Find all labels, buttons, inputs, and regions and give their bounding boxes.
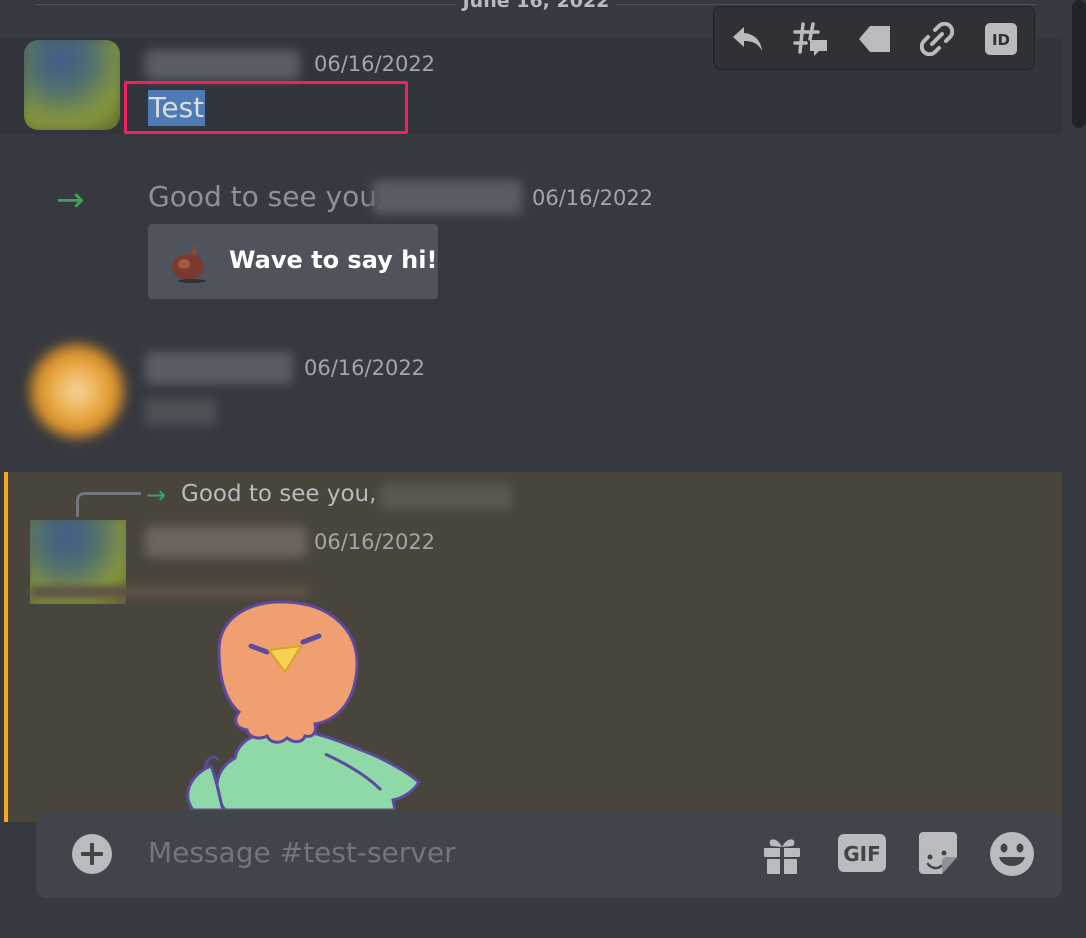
reply-spine [76,492,141,517]
wave-sticker-icon [172,245,206,283]
message-timestamp: 06/16/2022 [304,356,426,380]
message-timestamp: 06/16/2022 [532,186,654,210]
mark-unread-button[interactable] [853,17,897,61]
add-attachment-icon [72,834,112,874]
avatar[interactable] [24,40,120,130]
username-redacted[interactable] [145,50,300,80]
copy-id-button[interactable]: ID [979,17,1023,61]
wave-to-say-hi-button[interactable]: Wave to say hi! [148,224,438,299]
date-divider-line-left [36,4,456,5]
date-divider-line-right [616,4,1036,5]
reply-icon [733,27,762,51]
annotation-highlight-box [124,81,408,134]
gif-picker-button[interactable]: GIF [836,832,888,874]
upload-button[interactable] [70,832,114,876]
create-thread-icon [793,22,827,56]
date-divider: June 16, 2022 [458,0,614,12]
emoji-picker-button[interactable] [988,830,1036,878]
copy-link-button[interactable] [915,17,959,61]
gif-icon: GIF [838,834,886,872]
bird-sticker-image[interactable] [175,598,425,810]
message-input[interactable]: Message #test-server [148,836,456,869]
reply-join-arrow-icon: → [146,481,167,509]
reply-button[interactable] [725,17,769,61]
reply-username-redacted[interactable] [380,484,512,510]
username-redacted[interactable] [145,526,307,558]
message-actions-toolbar: ID [713,6,1035,70]
copy-link-icon [920,22,954,56]
mark-unread-icon [859,26,890,52]
member-join-arrow-icon: → [56,180,85,220]
system-welcome-text: Good to see you, [148,180,386,213]
create-thread-button[interactable] [789,17,833,61]
mention-indicator-bar [4,472,8,822]
send-gift-button[interactable] [758,830,806,878]
sticker-picker-button[interactable] [914,830,962,876]
wave-button-label: Wave to say hi! [229,246,438,274]
avatar[interactable] [30,344,124,438]
mentioned-message-highlight[interactable] [4,472,1062,822]
message-content-redacted[interactable] [145,398,217,426]
copy-id-icon: ID [985,23,1017,55]
message-timestamp: 06/16/2022 [314,52,436,76]
message-timestamp: 06/16/2022 [314,530,436,554]
emoji-icon [990,832,1034,876]
gift-icon [764,839,800,874]
username-redacted[interactable] [145,352,293,384]
gif-label: GIF [843,842,881,866]
joined-username-redacted[interactable] [372,180,522,214]
sticker-icon [919,832,957,874]
redacted-strip [30,586,310,598]
reply-preview-text[interactable]: Good to see you, [181,481,376,507]
id-badge: ID [992,31,1010,49]
scrollbar-thumb[interactable] [1072,0,1086,128]
